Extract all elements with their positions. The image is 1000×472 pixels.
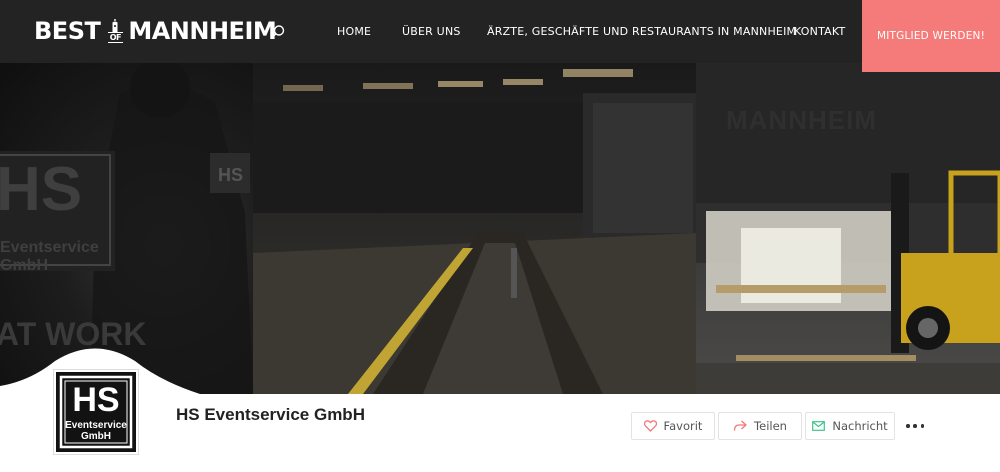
- message-button[interactable]: Nachricht: [805, 412, 895, 440]
- profile-avatar-container: HS Eventservice GmbH: [24, 352, 164, 472]
- cover-panel-forklift: MANNHEIM: [696, 63, 1000, 394]
- svg-text:HS: HS: [218, 165, 243, 185]
- mail-icon: [812, 421, 826, 431]
- more-dot-icon: [920, 424, 924, 428]
- site-logo[interactable]: BEST OF MANNHEIM: [34, 15, 277, 47]
- favorite-label: Favorit: [663, 419, 703, 433]
- cover-image: HS HS Eventservice GmbH AT WORK MANNHEIM: [0, 63, 1000, 394]
- water-tower-icon: [112, 19, 119, 32]
- nav-link-ueber-uns[interactable]: ÜBER UNS: [402, 25, 461, 38]
- company-avatar[interactable]: HS Eventservice GmbH: [54, 370, 138, 454]
- site-header: BEST OF MANNHEIM HOME ÜBER UNS ÄRZTE, GE…: [0, 0, 1000, 63]
- search-icon: [271, 25, 285, 38]
- nav-link-home[interactable]: HOME: [337, 25, 371, 38]
- more-dot-icon: [913, 424, 917, 428]
- favorite-button[interactable]: Favorit: [631, 412, 715, 440]
- cover-arena-photo: [253, 69, 696, 394]
- share-icon: [733, 420, 747, 431]
- share-button[interactable]: Teilen: [718, 412, 802, 440]
- message-label: Nachricht: [832, 419, 888, 433]
- cover-sign-hs: HS: [0, 155, 83, 224]
- more-options-button[interactable]: [906, 419, 924, 433]
- nav-link-directory[interactable]: ÄRZTE, GESCHÄFTE UND RESTAURANTS IN MANN…: [487, 25, 796, 38]
- logo-of: OF: [107, 32, 123, 43]
- nav-item-directory[interactable]: ÄRZTE, GESCHÄFTE UND RESTAURANTS IN MANN…: [487, 0, 796, 63]
- logo-word-best: BEST: [34, 17, 101, 45]
- company-name: HS Eventservice GmbH: [176, 405, 365, 424]
- logo-word-mannheim: MANNHEIM: [128, 17, 277, 45]
- nav-link-kontakt[interactable]: KONTAKT: [794, 25, 845, 38]
- nav-item-home[interactable]: HOME: [337, 0, 371, 63]
- avatar-logo-eventservice: Eventservice: [65, 420, 127, 431]
- search-button[interactable]: [268, 22, 288, 42]
- nav-item-kontakt[interactable]: KONTAKT: [794, 0, 845, 63]
- cover-panel-arena: [253, 63, 696, 394]
- nav-item-ueber-uns[interactable]: ÜBER UNS: [402, 0, 461, 63]
- heart-icon: [643, 420, 657, 432]
- logo-tower-mark: OF: [104, 15, 126, 47]
- more-dot-icon: [906, 424, 910, 428]
- avatar-logo-gmbh: GmbH: [81, 431, 111, 442]
- cover-sign-eventservice: Eventservice GmbH: [0, 239, 99, 274]
- become-member-button[interactable]: MITGLIED WERDEN!: [862, 0, 1000, 72]
- avatar-logo-hs: HS: [72, 381, 120, 419]
- cover-banner-mannheim: MANNHEIM: [726, 105, 877, 135]
- share-label: Teilen: [754, 419, 787, 433]
